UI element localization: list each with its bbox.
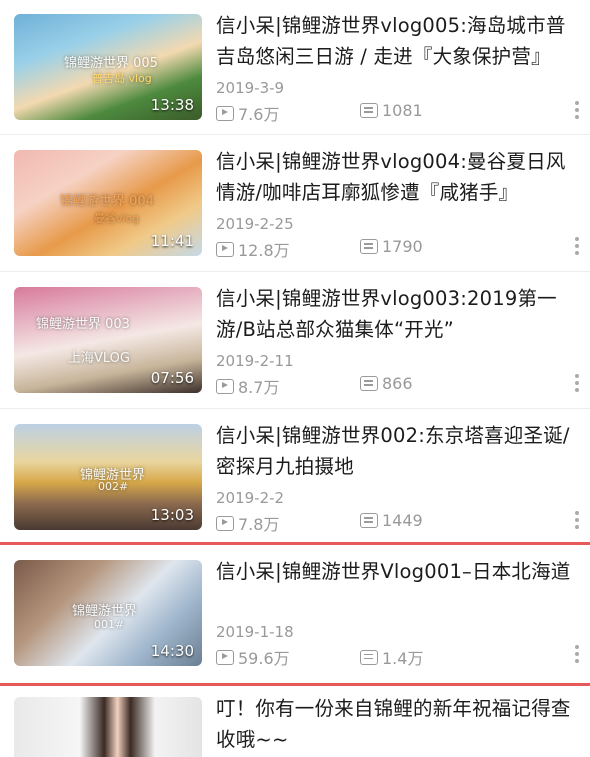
more-vertical-icon[interactable] xyxy=(575,645,580,663)
video-title[interactable]: 叮！你有一份来自锦鲤的新年祝福记得查收哦~~ xyxy=(216,693,578,755)
play-icon xyxy=(216,105,234,121)
thumbnail-watermark: 锦鲤游世界 005 xyxy=(64,56,158,71)
divider xyxy=(0,408,590,409)
divider xyxy=(0,134,590,135)
comment-count: 866 xyxy=(360,374,413,393)
view-count: 12.8万 xyxy=(216,237,290,261)
comment-count: 1449 xyxy=(360,511,423,530)
divider-highlight xyxy=(0,683,590,686)
view-count: 59.6万 xyxy=(216,645,290,669)
video-thumbnail[interactable] xyxy=(14,697,202,757)
thumbnail-watermark: 锦鲤游世界 004 xyxy=(60,194,154,209)
thumbnail-watermark-sub: 曼谷vlog xyxy=(94,212,140,225)
view-count: 7.8万 xyxy=(216,511,279,535)
video-list: 锦鲤游世界 005 普吉岛 vlog 13:38 信小呆|锦鲤游世界vlog00… xyxy=(0,0,590,757)
more-vertical-icon[interactable] xyxy=(575,101,580,119)
video-date: 2019-3-9 xyxy=(216,79,285,97)
video-title[interactable]: 信小呆|锦鲤游世界Vlog001–日本北海道 xyxy=(216,556,578,587)
video-thumbnail[interactable]: 锦鲤游世界 004 曼谷vlog 11:41 xyxy=(14,150,202,256)
danmaku-icon xyxy=(360,103,378,118)
video-duration: 07:56 xyxy=(150,369,194,387)
thumbnail-watermark-sub: 001# xyxy=(94,618,125,631)
thumbnail-watermark-sub: 002# xyxy=(98,480,129,493)
video-date: 2019-2-25 xyxy=(216,215,294,233)
video-duration: 13:03 xyxy=(150,506,194,524)
video-thumbnail[interactable]: 锦鲤游世界 005 普吉岛 vlog 13:38 xyxy=(14,14,202,120)
video-thumbnail[interactable]: 锦鲤游世界 001# 14:30 xyxy=(14,560,202,666)
video-title[interactable]: 信小呆|锦鲤游世界vlog004:曼谷夏日风情游/咖啡店耳廓狐惨遭『咸猪手』 xyxy=(216,146,578,208)
video-title[interactable]: 信小呆|锦鲤游世界vlog003:2019第一游/B站总部众猫集体“开光” xyxy=(216,283,578,345)
video-title[interactable]: 信小呆|锦鲤游世界vlog005:海岛城市普吉岛悠闲三日游 / 走进『大象保护营… xyxy=(216,10,578,72)
video-date: 2019-1-18 xyxy=(216,623,294,641)
thumbnail-watermark-sub: 普吉岛 vlog xyxy=(92,72,152,85)
video-duration: 11:41 xyxy=(150,232,194,250)
divider-highlight xyxy=(0,542,590,545)
thumbnail-watermark-sub: 上海VLOG xyxy=(68,351,130,366)
view-count: 8.7万 xyxy=(216,374,279,398)
comment-count: 1790 xyxy=(360,237,423,256)
play-icon xyxy=(216,241,234,257)
comment-count: 1.4万 xyxy=(360,645,423,669)
danmaku-icon xyxy=(360,239,378,254)
more-vertical-icon[interactable] xyxy=(575,237,580,255)
video-date: 2019-2-2 xyxy=(216,489,285,507)
view-count: 7.6万 xyxy=(216,101,279,125)
video-thumbnail[interactable]: 锦鲤游世界 003 上海VLOG 07:56 xyxy=(14,287,202,393)
video-thumbnail[interactable]: 锦鲤游世界 002# 13:03 xyxy=(14,424,202,530)
video-date: 2019-2-11 xyxy=(216,352,294,370)
play-icon xyxy=(216,649,234,665)
danmaku-icon xyxy=(360,376,378,391)
more-vertical-icon[interactable] xyxy=(575,374,580,392)
video-title[interactable]: 信小呆|锦鲤游世界002:东京塔喜迎圣诞/密探月九拍摄地 xyxy=(216,420,578,482)
video-duration: 13:38 xyxy=(150,96,194,114)
video-duration: 14:30 xyxy=(150,642,194,660)
play-icon xyxy=(216,378,234,394)
danmaku-icon xyxy=(360,513,378,528)
play-icon xyxy=(216,515,234,531)
thumbnail-watermark: 锦鲤游世界 003 xyxy=(36,317,130,332)
thumbnail-watermark: 锦鲤游世界 xyxy=(72,604,138,619)
more-vertical-icon[interactable] xyxy=(575,511,580,529)
comment-count: 1081 xyxy=(360,101,423,120)
divider xyxy=(0,271,590,272)
danmaku-icon xyxy=(360,649,378,665)
